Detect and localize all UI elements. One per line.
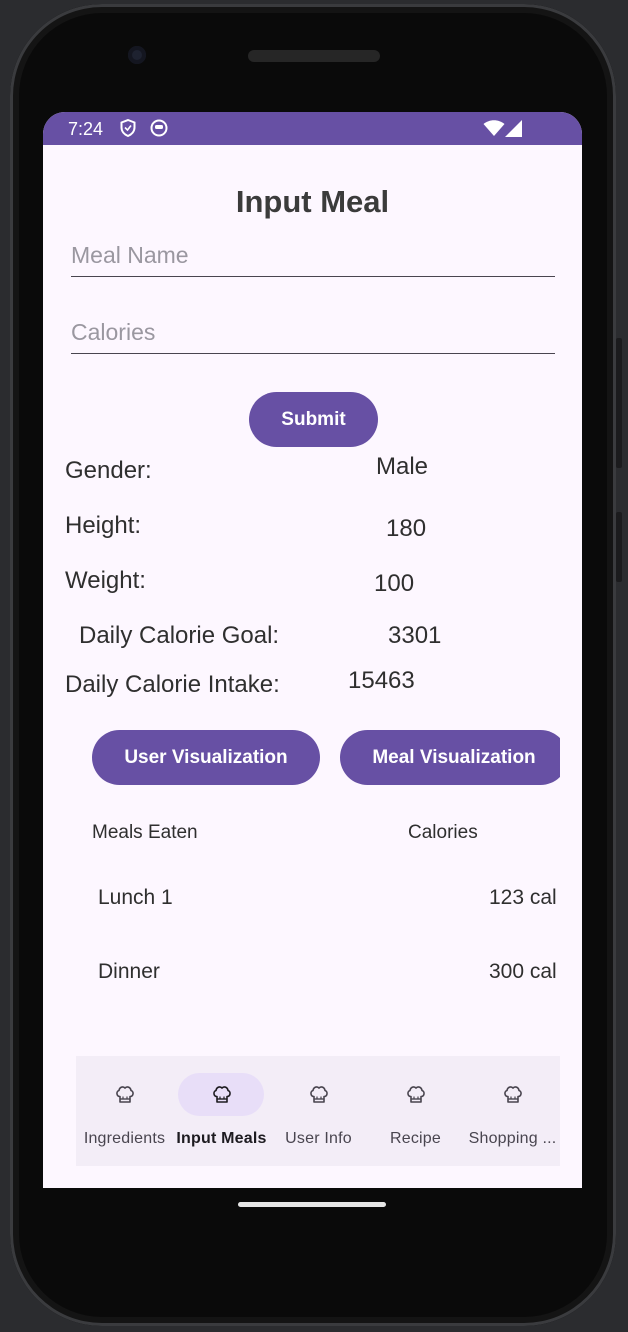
nav-label: User Info [285,1130,352,1147]
weight-value: 100 [374,570,415,597]
gender-label: Gender: [65,457,152,484]
chef-hat-icon [404,1083,428,1107]
status-bar: 7:24 [43,112,582,145]
user-visualization-button[interactable]: User Visualization [92,730,320,785]
calories-field[interactable] [71,313,555,354]
volume-button [616,338,622,468]
page-title: Input Meal [235,184,390,219]
nav-item-user-info[interactable]: User Info [270,1056,367,1166]
daily-calorie-intake-label: Daily Calorie Intake: [65,671,280,698]
nav-item-input-meals[interactable]: Input Meals [173,1056,270,1166]
bottom-navigation: Ingredients Input Meals User Info Recipe [76,1056,560,1166]
daily-calorie-intake-value: 15463 [348,667,415,694]
status-time: 7:24 [68,119,104,139]
nav-label: Recipe [389,1130,441,1147]
daily-calorie-goal-value: 3301 [388,622,442,649]
daily-calorie-goal-label: Daily Calorie Goal: [79,622,280,649]
meals-eaten-header: Meals Eaten [92,822,198,843]
meal-name-field[interactable] [71,236,555,277]
power-button [616,512,622,582]
meal-visualization-clip: Meal Visualization [340,730,560,785]
nav-item-recipe[interactable]: Recipe [367,1056,464,1166]
meal-calories-cell: 300 cal [489,960,557,983]
calories-header: Calories [408,822,478,843]
meal-calories-cell: 123 cal [489,886,557,909]
meal-name-cell: Dinner [98,960,160,983]
face-icon [150,119,168,142]
height-value: 180 [386,515,427,542]
nav-label: Shopping ... [468,1130,557,1147]
nav-label: Input Meals [176,1130,267,1147]
nav-item-shopping[interactable]: Shopping ... [464,1056,561,1166]
chef-hat-icon [113,1083,137,1107]
nav-item-ingredients[interactable]: Ingredients [76,1056,173,1166]
weight-label: Weight: [65,567,146,594]
height-label: Height: [65,512,142,539]
front-camera [128,46,146,64]
wifi-icon [483,120,505,142]
shield-icon [120,118,136,142]
app-screen: 7:24 Input Meal Submit Gender: Male Heig… [43,112,582,1188]
nav-label: Ingredients [83,1130,166,1147]
gender-value: Male [376,453,429,480]
earpiece-speaker [248,50,380,62]
meal-name-cell: Lunch 1 [98,886,173,909]
signal-icon [505,120,523,142]
calories-input[interactable] [71,313,555,351]
meal-visualization-button[interactable]: Meal Visualization [340,730,560,785]
meal-name-input[interactable] [71,236,555,274]
submit-button[interactable]: Submit [249,392,378,447]
chef-hat-icon [307,1083,331,1107]
home-indicator[interactable] [238,1202,386,1207]
chef-hat-icon [501,1083,525,1107]
chef-hat-icon [210,1083,234,1107]
